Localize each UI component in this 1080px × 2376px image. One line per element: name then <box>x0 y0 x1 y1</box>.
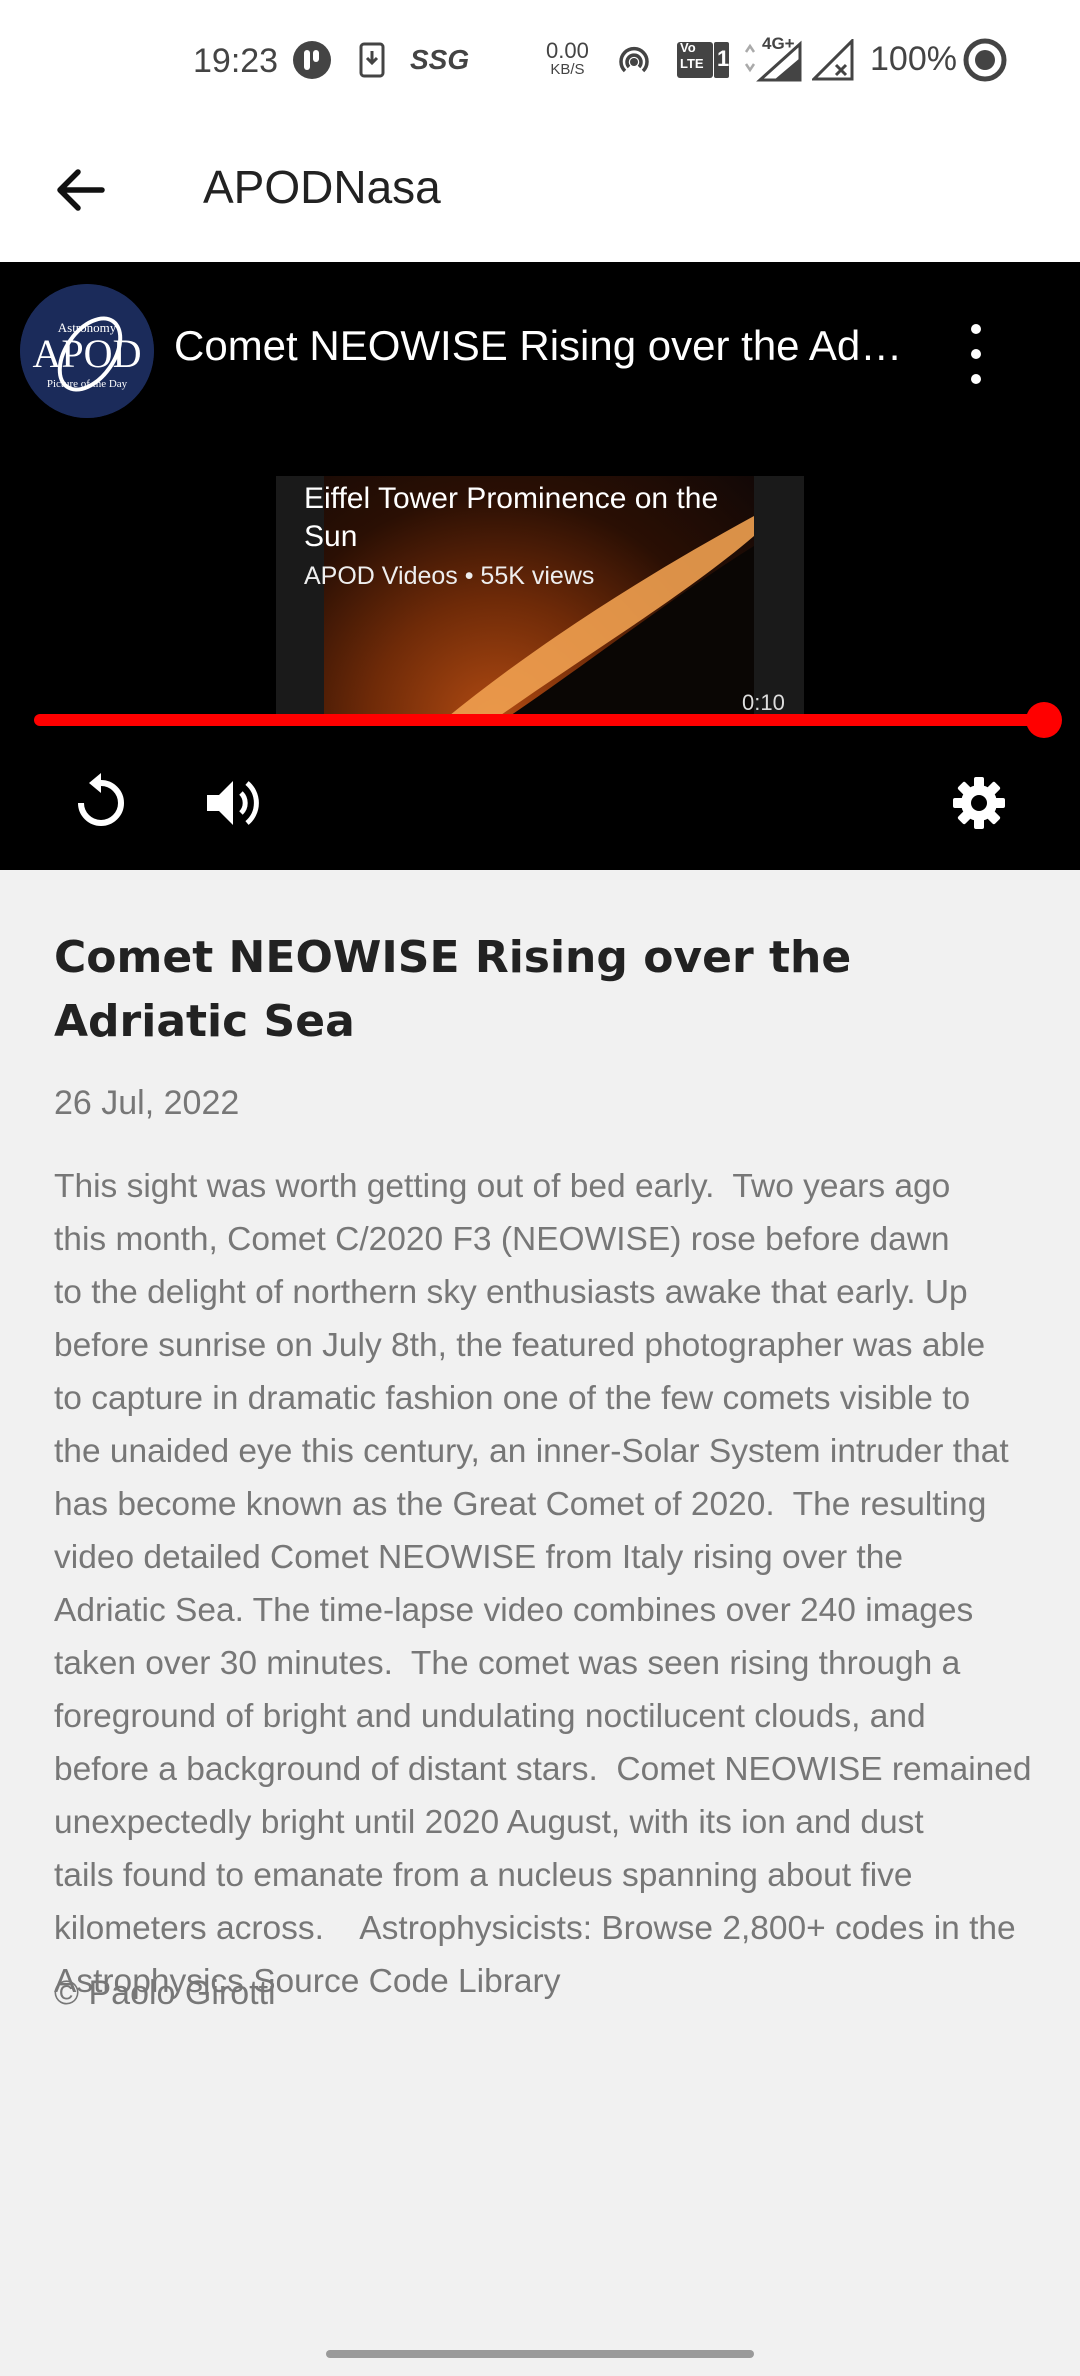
volume-icon <box>207 781 259 825</box>
settings-icon <box>953 777 1005 829</box>
battery-text: 100% <box>870 40 957 78</box>
app-title: APODNasa <box>203 161 441 213</box>
status-time: 19:23 <box>193 42 279 80</box>
replay-button[interactable] <box>66 768 136 838</box>
more-vert-icon <box>971 324 981 334</box>
back-button[interactable] <box>44 154 116 226</box>
hotspot-icon <box>614 38 654 82</box>
progress-bar[interactable] <box>34 714 1046 726</box>
volte-icon: Vo LTE 1 <box>676 38 730 82</box>
logo-text: APOD <box>32 331 142 376</box>
article-credit: © Paolo Girotti <box>54 1974 276 2012</box>
article-body: This sight was worth getting out of bed … <box>54 1168 1032 2000</box>
progress-handle[interactable] <box>1026 702 1062 738</box>
article-title: Comet NEOWISE Rising over the Adriatic S… <box>54 932 852 1047</box>
endcard-duration: 0:10 <box>742 690 785 715</box>
endcard-title: Eiffel Tower Prominence on the Sun <box>304 482 719 553</box>
settings-button[interactable] <box>944 768 1014 838</box>
video-title[interactable]: Comet NEOWISE Rising over the Adriatic S… <box>174 322 914 370</box>
net-speed: 0.00 KB/S <box>546 40 589 78</box>
gesture-nav-bar <box>0 2330 1080 2376</box>
network-type: 4G+ <box>762 34 795 53</box>
no-signal-icon <box>812 38 854 82</box>
article-date: 26 Jul, 2022 <box>54 1084 240 1122</box>
more-vert-button[interactable] <box>952 324 1000 384</box>
net-speed-value: 0.00 <box>546 38 589 63</box>
endcard-meta: APOD Videos • 55K views <box>304 562 595 590</box>
volume-button[interactable] <box>198 768 268 838</box>
home-handle[interactable] <box>326 2350 754 2358</box>
channel-avatar[interactable]: Astronomy APOD Picture of the Day <box>20 284 154 418</box>
volte-label: Vo LTE <box>680 40 704 71</box>
logo-bottom: Picture of the Day <box>46 378 128 390</box>
article-content: Comet NEOWISE Rising over the Adriatic S… <box>0 870 1080 2330</box>
badge-icon <box>292 38 332 82</box>
arrow-left-icon <box>57 169 105 211</box>
signal-icon: 4G+ <box>744 34 804 82</box>
net-speed-unit: KB/S <box>550 61 585 78</box>
ssg-icon: SSG <box>410 44 470 75</box>
app-bar: APODNasa <box>0 124 1080 262</box>
video-player[interactable]: Astronomy APOD Picture of the Day Comet … <box>0 262 1080 870</box>
endcard-video[interactable]: Eiffel Tower Prominence on the Sun APOD … <box>276 476 804 720</box>
volte-sim: 1 <box>717 46 730 71</box>
more-dot <box>971 374 981 384</box>
status-bar: 19:23 SSG 0.00 KB/S Vo LTE 1 4G+ 100% <box>0 0 1080 124</box>
replay-icon <box>78 773 124 826</box>
download-icon <box>358 38 386 82</box>
battery-ring-icon <box>962 38 1008 82</box>
more-dot <box>971 349 981 359</box>
